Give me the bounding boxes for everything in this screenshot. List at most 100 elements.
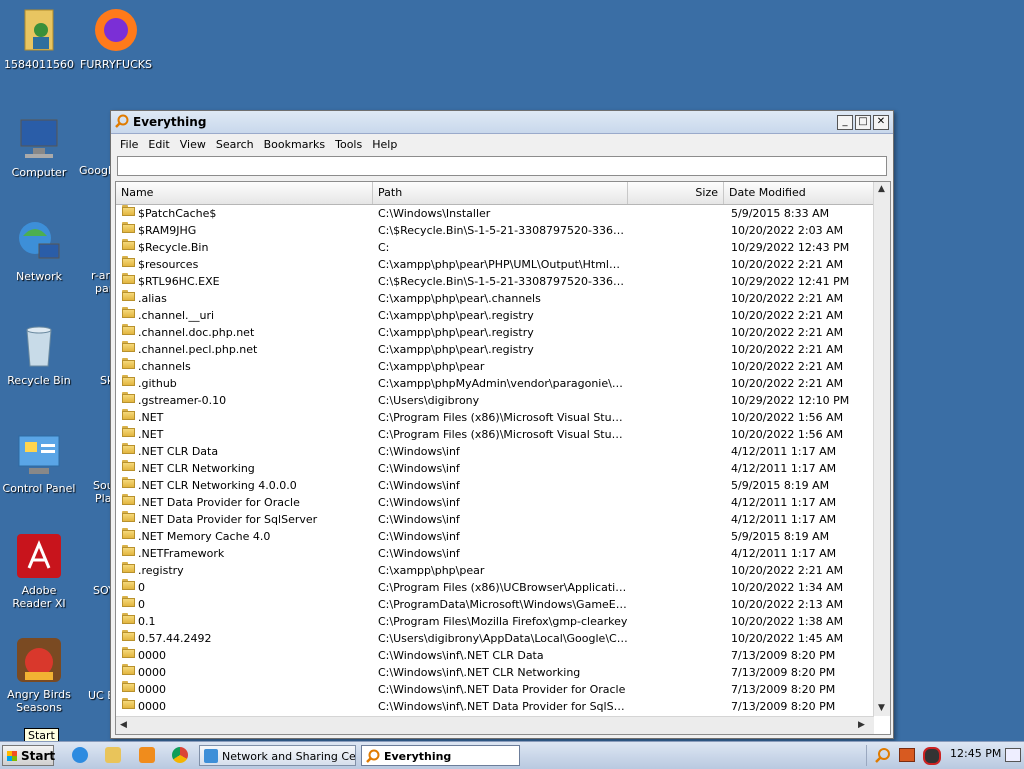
table-row[interactable]: .github C:\xampp\phpMyAdmin\vendor\parago… (116, 375, 874, 392)
desktop-icon-recycle-bin[interactable]: Recycle Bin (1, 322, 77, 387)
close-button[interactable]: ✕ (873, 114, 889, 130)
table-row[interactable]: .registry C:\xampp\php\pear 10/20/2022 2:2… (116, 562, 874, 579)
task-everything[interactable]: Everything (361, 745, 520, 766)
desktop-icon-user-folder[interactable]: 1584011560 (1, 6, 77, 71)
column-name[interactable]: Name (116, 182, 373, 204)
explorer-folder-icon[interactable] (105, 747, 121, 763)
table-row[interactable]: $RTL96HC.EXE C:\$Recycle.Bin\S-1-5-21-330… (116, 273, 874, 290)
table-row[interactable]: .NET Data Provider for SqlServer C:\Windo… (116, 511, 874, 528)
results-list[interactable]: Name Path Size Date Modified $PatchCache… (115, 181, 891, 735)
table-row[interactable]: .channel.__uri C:\xampp\php\pear\.registr… (116, 307, 874, 324)
table-row[interactable]: $RAM9JHG C:\$Recycle.Bin\S-1-5-21-3308797… (116, 222, 874, 239)
file-date: 7/13/2009 8:20 PM (731, 649, 836, 662)
task-network-sharing[interactable]: Network and Sharing Ce... (199, 745, 356, 766)
table-row[interactable]: .NET CLR Networking 4.0.0.0 C:\Windows\in… (116, 477, 874, 494)
file-date: 10/29/2022 12:10 PM (731, 394, 850, 407)
desktop-icon-adobe-reader[interactable]: Adobe Reader XI (1, 532, 77, 610)
desktop-icon-network[interactable]: Network (1, 218, 77, 283)
column-date-modified[interactable]: Date Modified (724, 182, 874, 204)
table-row[interactable]: .NETFramework C:\Windows\inf 4/12/2011 1:1… (116, 545, 874, 562)
file-date: 10/20/2022 1:45 AM (731, 632, 844, 645)
start-button[interactable]: Start (2, 745, 55, 766)
scroll-right-icon[interactable]: ▶ (854, 718, 869, 733)
desktop-icon-label: Control Panel (2, 482, 76, 495)
table-row[interactable]: $PatchCache$ C:\Windows\Installer 5/9/2015… (116, 205, 874, 222)
table-row[interactable]: .channel.pecl.php.net C:\xampp\php\pear\.… (116, 341, 874, 358)
menu-file[interactable]: File (115, 138, 143, 151)
maximize-button[interactable]: □ (855, 114, 871, 130)
scroll-up-icon[interactable]: ▲ (874, 182, 889, 197)
file-path: C:\Windows\inf (378, 479, 460, 492)
file-name: .NET Data Provider for Oracle (138, 496, 300, 509)
file-path: C:\xampp\php\pear (378, 564, 485, 577)
file-name: .alias (138, 292, 167, 305)
table-row[interactable]: .NET Data Provider for Oracle C:\Windows\… (116, 494, 874, 511)
table-row[interactable]: .NET C:\Program Files (x86)\Microsoft Vis… (116, 409, 874, 426)
network-icon (15, 218, 63, 266)
file-name: .NET Memory Cache 4.0 (138, 530, 271, 543)
menu-edit[interactable]: Edit (143, 138, 174, 151)
file-date: 10/20/2022 2:21 AM (731, 360, 844, 373)
clock[interactable]: 12:45 PM (950, 747, 1001, 760)
table-row[interactable]: 0 C:\Program Files (x86)\UCBrowser\Applic… (116, 579, 874, 596)
file-name: .NET Data Provider for SqlServer (138, 513, 318, 526)
desktop-icon-firefox[interactable]: FURRYFUCKS (78, 6, 154, 71)
window-titlebar[interactable]: Everything _ □ ✕ (111, 111, 893, 134)
media-player-icon[interactable] (139, 747, 155, 763)
file-date: 4/12/2011 1:17 AM (731, 462, 837, 475)
search-app-icon (115, 114, 129, 131)
desktop-icon-control-panel[interactable]: Control Panel (1, 430, 77, 495)
table-row[interactable]: 0 C:\ProgramData\Microsoft\Windows\GameEx… (116, 596, 874, 613)
everything-window[interactable]: Everything _ □ ✕ File Edit View Search B… (110, 110, 894, 739)
table-row[interactable]: $resources C:\xampp\php\pear\PHP\UML\Outp… (116, 256, 874, 273)
table-row[interactable]: .NET CLR Data C:\Windows\inf 4/12/2011 1:1… (116, 443, 874, 460)
table-row[interactable]: 0000 C:\Windows\inf\.NET CLR Data 7/13/200… (116, 647, 874, 664)
file-name: .channel.__uri (138, 309, 215, 322)
folder-icon (122, 579, 135, 590)
table-row[interactable]: 0.1 C:\Program Files\Mozilla Firefox\gmp-… (116, 613, 874, 630)
table-row[interactable]: .NET C:\Program Files (x86)\Microsoft Vis… (116, 426, 874, 443)
table-row[interactable]: .channels C:\xampp\php\pear 10/20/2022 2:2… (116, 358, 874, 375)
table-row[interactable]: $Recycle.Bin C: 10/29/2022 12:43 PM (116, 239, 874, 256)
table-row[interactable]: 0000 C:\Windows\inf\.NET CLR Networking 7/… (116, 664, 874, 681)
menu-search[interactable]: Search (211, 138, 259, 151)
file-name: 0000 (138, 700, 166, 713)
desktop-icon-angry-birds[interactable]: Angry Birds Seasons (1, 636, 77, 714)
results-rows: $PatchCache$ C:\Windows\Installer 5/9/2015… (116, 205, 874, 715)
folder-icon (122, 613, 135, 624)
scroll-left-icon[interactable]: ◀ (116, 718, 131, 733)
table-row[interactable]: 0000 C:\Windows\inf\.NET Data Provider fo… (116, 698, 874, 715)
menu-help[interactable]: Help (367, 138, 402, 151)
column-path[interactable]: Path (373, 182, 628, 204)
file-name: 0000 (138, 649, 166, 662)
menu-view[interactable]: View (175, 138, 211, 151)
table-row[interactable]: .NET CLR Networking C:\Windows\inf 4/12/20… (116, 460, 874, 477)
vertical-scrollbar[interactable]: ▲ ▼ (873, 182, 890, 716)
tray-app-icon[interactable] (899, 748, 915, 762)
internet-explorer-icon[interactable] (72, 747, 88, 763)
horizontal-scrollbar[interactable]: ◀ ▶ (116, 716, 874, 734)
tray-audio-icon[interactable] (923, 747, 941, 765)
search-input[interactable] (117, 156, 887, 176)
file-date: 10/20/2022 2:21 AM (731, 292, 844, 305)
table-row[interactable]: .gstreamer-0.10 C:\Users\digibrony 10/29/2… (116, 392, 874, 409)
minimize-button[interactable]: _ (837, 114, 853, 130)
file-date: 10/29/2022 12:41 PM (731, 275, 850, 288)
table-row[interactable]: 0.57.44.2492 C:\Users\digibrony\AppData\L… (116, 630, 874, 647)
angry-birds-icon (15, 636, 63, 684)
tray-network-icon[interactable] (1005, 748, 1021, 762)
table-row[interactable]: 0000 C:\Windows\inf\.NET Data Provider fo… (116, 681, 874, 698)
table-row[interactable]: .alias C:\xampp\php\pear\.channels 10/20/2… (116, 290, 874, 307)
menu-tools[interactable]: Tools (330, 138, 367, 151)
menu-bookmarks[interactable]: Bookmarks (259, 138, 330, 151)
table-row[interactable]: .NET Memory Cache 4.0 C:\Windows\inf 5/9/2… (116, 528, 874, 545)
scroll-down-icon[interactable]: ▼ (874, 701, 889, 716)
file-name: 0.57.44.2492 (138, 632, 212, 645)
folder-icon (122, 222, 135, 233)
desktop-icon-computer[interactable]: Computer (1, 114, 77, 179)
chrome-icon[interactable] (172, 747, 188, 763)
column-size[interactable]: Size (628, 182, 724, 204)
table-row[interactable]: .channel.doc.php.net C:\xampp\php\pear\.r… (116, 324, 874, 341)
everything-task-icon (366, 749, 380, 765)
everything-tray-icon[interactable] (875, 747, 891, 766)
